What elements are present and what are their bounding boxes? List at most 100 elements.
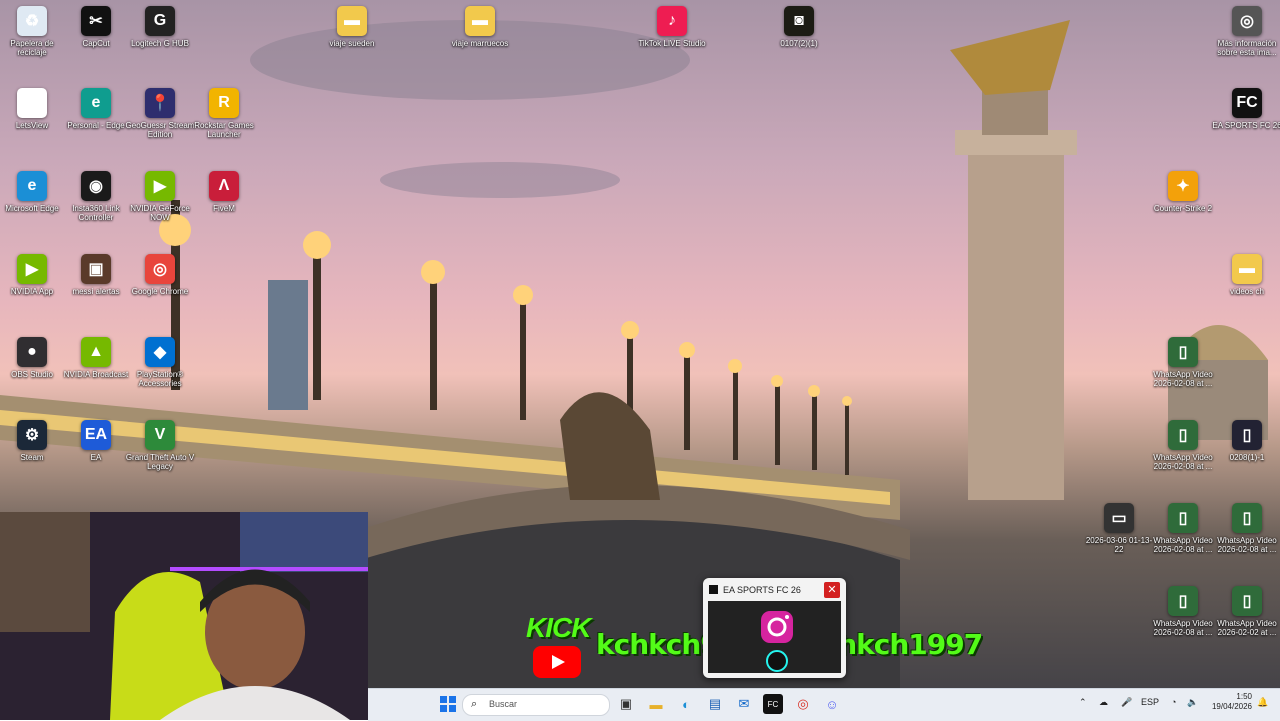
start-icon[interactable]	[438, 694, 458, 714]
desktop-icon-icons_right-9[interactable]: ▯ WhatsApp Video 2026-02-08 at ...	[1211, 503, 1280, 554]
search-icon: ⌕	[471, 698, 478, 710]
whatsapp-video-2026-02-08-at-icon: ▯	[1168, 503, 1198, 533]
chrome-icon[interactable]: ◎	[793, 694, 813, 714]
desktop-icon-icons_left-4[interactable]: e Personal - Edge	[60, 88, 132, 130]
ea-sports-fc-26-icon: FC	[1232, 88, 1262, 118]
desktop-icon-label: WhatsApp Video 2026-02-08 at ...	[1217, 536, 1277, 554]
microphone-icon[interactable]: 🎤	[1121, 697, 1132, 708]
volume-icon[interactable]: 🔈	[1187, 697, 1198, 708]
desktop-icon-label: EA	[90, 453, 102, 462]
microsoft-edge-icon: e	[17, 171, 47, 201]
desktop-icon-icons_right-6[interactable]: ▯ 0208(1)-1	[1211, 420, 1280, 462]
nvidia-geforce-now-icon: ▶	[145, 171, 175, 201]
playstation-accessories-icon: ◆	[145, 337, 175, 367]
desktop-icon-icons_top-1[interactable]: ▬ viaje marruecos	[444, 6, 516, 48]
logitech-g-hub-icon: G	[145, 6, 175, 36]
desktop-icon-label: PlayStation® Accessories	[136, 370, 184, 388]
desktop-icon-label: Logitech G HUB	[131, 39, 189, 48]
viaje-marruecos-icon: ▬	[465, 6, 495, 36]
desktop-icon-icons_left-5[interactable]: 📍 GeoGuessr Stream Edition	[124, 88, 196, 139]
desktop-icon-icons_right-7[interactable]: ▭ 2026-03-06 01-13-22	[1083, 503, 1155, 554]
desktop-icon-label: messi alertas	[72, 287, 120, 296]
clock[interactable]: 1:50 19/04/2026	[1210, 692, 1252, 712]
desktop-icon-icons_left-2[interactable]: G Logitech G HUB	[124, 6, 196, 48]
taskbar-thumbnail-popup[interactable]: EA SPORTS FC 26 ✕	[703, 578, 846, 678]
desktop-icon-icons_left-9[interactable]: ▶ NVIDIA GeForce NOW	[124, 171, 196, 222]
desktop-icon-icons_left-3[interactable]: ◈ LetsView	[0, 88, 68, 130]
onedrive-icon[interactable]: ☁	[1099, 697, 1108, 708]
videos-ch-icon: ▬	[1232, 254, 1262, 284]
language-indicator[interactable]: ESP	[1141, 697, 1159, 707]
desktop-icon-icons_right-10[interactable]: ▯ WhatsApp Video 2026-02-08 at ...	[1147, 586, 1219, 637]
desktop-icon-icons_right-11[interactable]: ▯ WhatsApp Video 2026-02-02 at ...	[1211, 586, 1280, 637]
desktop-icon-icons_left-17[interactable]: ⚙ Steam	[0, 420, 68, 462]
desktop-icon-icons_right-4[interactable]: ▯ WhatsApp Video 2026-02-08 at ...	[1147, 337, 1219, 388]
tiktok-live-studio-icon: ♪	[657, 6, 687, 36]
desktop-icon-icons_left-15[interactable]: ▲ NVIDIA Broadcast	[60, 337, 132, 379]
store-icon[interactable]: ▤	[705, 694, 725, 714]
grand-theft-auto-v-legacy-icon: V	[145, 420, 175, 450]
desktop-icon-icons_left-13[interactable]: ◎ Google Chrome	[124, 254, 196, 296]
m-s-informaci-n-sobre-esta-ima-icon: ◎	[1232, 6, 1262, 36]
clock-date: 19/04/2026	[1211, 702, 1252, 711]
desktop-icon-label: EA SPORTS FC 26	[1212, 121, 1280, 130]
desktop-icon-icons_right-5[interactable]: ▯ WhatsApp Video 2026-02-08 at ...	[1147, 420, 1219, 471]
desktop-icon-icons_left-0[interactable]: ♻ Papelera de reciclaje	[0, 6, 68, 57]
desktop-icon-icons_right-0[interactable]: ◎ Más información sobre esta ima...	[1211, 6, 1280, 57]
desktop-icon-label: viaje sueden	[329, 39, 375, 48]
whatsapp-video-2026-02-08-at-icon: ▯	[1168, 420, 1198, 450]
search-box[interactable]: ⌕ Buscar	[462, 694, 610, 716]
desktop-icon-icons_left-10[interactable]: Λ FiveM	[188, 171, 260, 213]
desktop-icon-label: Steam	[20, 453, 44, 462]
desktop-icon-icons_left-12[interactable]: ▣ messi alertas	[60, 254, 132, 296]
ea-fc-icon[interactable]: FC	[763, 694, 783, 714]
desktop-icon-icons_left-18[interactable]: EA EA	[60, 420, 132, 462]
edge-icon[interactable]: ◐	[676, 694, 696, 714]
desktop-icon-label: NVIDIA Broadcast	[63, 370, 129, 379]
youtube-icon	[533, 646, 581, 678]
desktop-icon-label: TikTok LIVE Studio	[638, 39, 706, 48]
geoguessr-stream-edition-icon: 📍	[145, 88, 175, 118]
desktop-icon-icons_left-6[interactable]: R Rockstar Games Launcher	[188, 88, 260, 139]
whatsapp-video-2026-02-08-at-icon: ▯	[1168, 337, 1198, 367]
capcut-icon: ✂	[81, 6, 111, 36]
whatsapp-video-2026-02-02-at-icon: ▯	[1232, 586, 1262, 616]
wifi-icon[interactable]: ◔	[1171, 697, 1176, 707]
window-preview[interactable]	[708, 601, 841, 673]
popup-title: EA SPORTS FC 26	[723, 585, 801, 595]
desktop-icon-label: WhatsApp Video 2026-02-08 at ...	[1153, 619, 1213, 637]
file-explorer-icon[interactable]: ▬	[646, 694, 666, 714]
tray-overflow-icon[interactable]: ⌃	[1079, 697, 1087, 708]
insta360-link-controller-icon: ◉	[81, 171, 111, 201]
whatsapp-video-2026-02-08-at-icon: ▯	[1232, 503, 1262, 533]
close-icon[interactable]: ✕	[824, 582, 840, 598]
desktop-icon-icons_top-0[interactable]: ▬ viaje sueden	[316, 6, 388, 48]
desktop-icon-label: Insta360 Link Controller	[72, 204, 120, 222]
outlook-icon[interactable]: ✉	[734, 694, 754, 714]
desktop-icon-icons_left-14[interactable]: ● OBS Studio	[0, 337, 68, 379]
discord-icon[interactable]: ☺	[822, 694, 842, 714]
desktop-icon-icons_left-7[interactable]: e Microsoft Edge	[0, 171, 68, 213]
desktop-icon-icons_left-8[interactable]: ◉ Insta360 Link Controller	[60, 171, 132, 222]
desktop-icon-icons_left-19[interactable]: V Grand Theft Auto V Legacy	[124, 420, 196, 471]
desktop-icon-icons_top-2[interactable]: ♪ TikTok LIVE Studio	[636, 6, 708, 48]
desktop-icon-icons_right-3[interactable]: ▬ videos ch	[1211, 254, 1280, 296]
desktop-icon-label: Counter-Strike 2	[1153, 204, 1213, 213]
desktop-icon-icons_left-16[interactable]: ◆ PlayStation® Accessories	[124, 337, 196, 388]
steam-icon: ⚙	[17, 420, 47, 450]
task-view-icon[interactable]: ▣	[616, 694, 636, 714]
desktop-icon-icons_left-11[interactable]: ▶ NVIDIA App	[0, 254, 68, 296]
desktop-icon-label: OBS Studio	[11, 370, 53, 379]
desktop-icon-label: WhatsApp Video 2026-02-08 at ...	[1153, 536, 1213, 554]
desktop-icon-icons_right-1[interactable]: FC EA SPORTS FC 26	[1211, 88, 1280, 130]
desktop-icon-icons_left-1[interactable]: ✂ CapCut	[60, 6, 132, 48]
notifications-icon[interactable]: 🔔	[1257, 697, 1268, 708]
whatsapp-video-2026-02-08-at-icon: ▯	[1168, 586, 1198, 616]
desktop-icon-icons_top-3[interactable]: ◙ 0107(2)(1)	[763, 6, 835, 48]
desktop-icon-label: Más información sobre esta ima...	[1217, 39, 1277, 57]
search-placeholder: Buscar	[489, 699, 518, 709]
desktop-icon-icons_right-2[interactable]: ✦ Counter-Strike 2	[1147, 171, 1219, 213]
desktop-icon-label: NVIDIA GeForce NOW	[130, 204, 190, 222]
desktop-icon-label: viaje marruecos	[451, 39, 509, 48]
desktop-icon-icons_right-8[interactable]: ▯ WhatsApp Video 2026-02-08 at ...	[1147, 503, 1219, 554]
